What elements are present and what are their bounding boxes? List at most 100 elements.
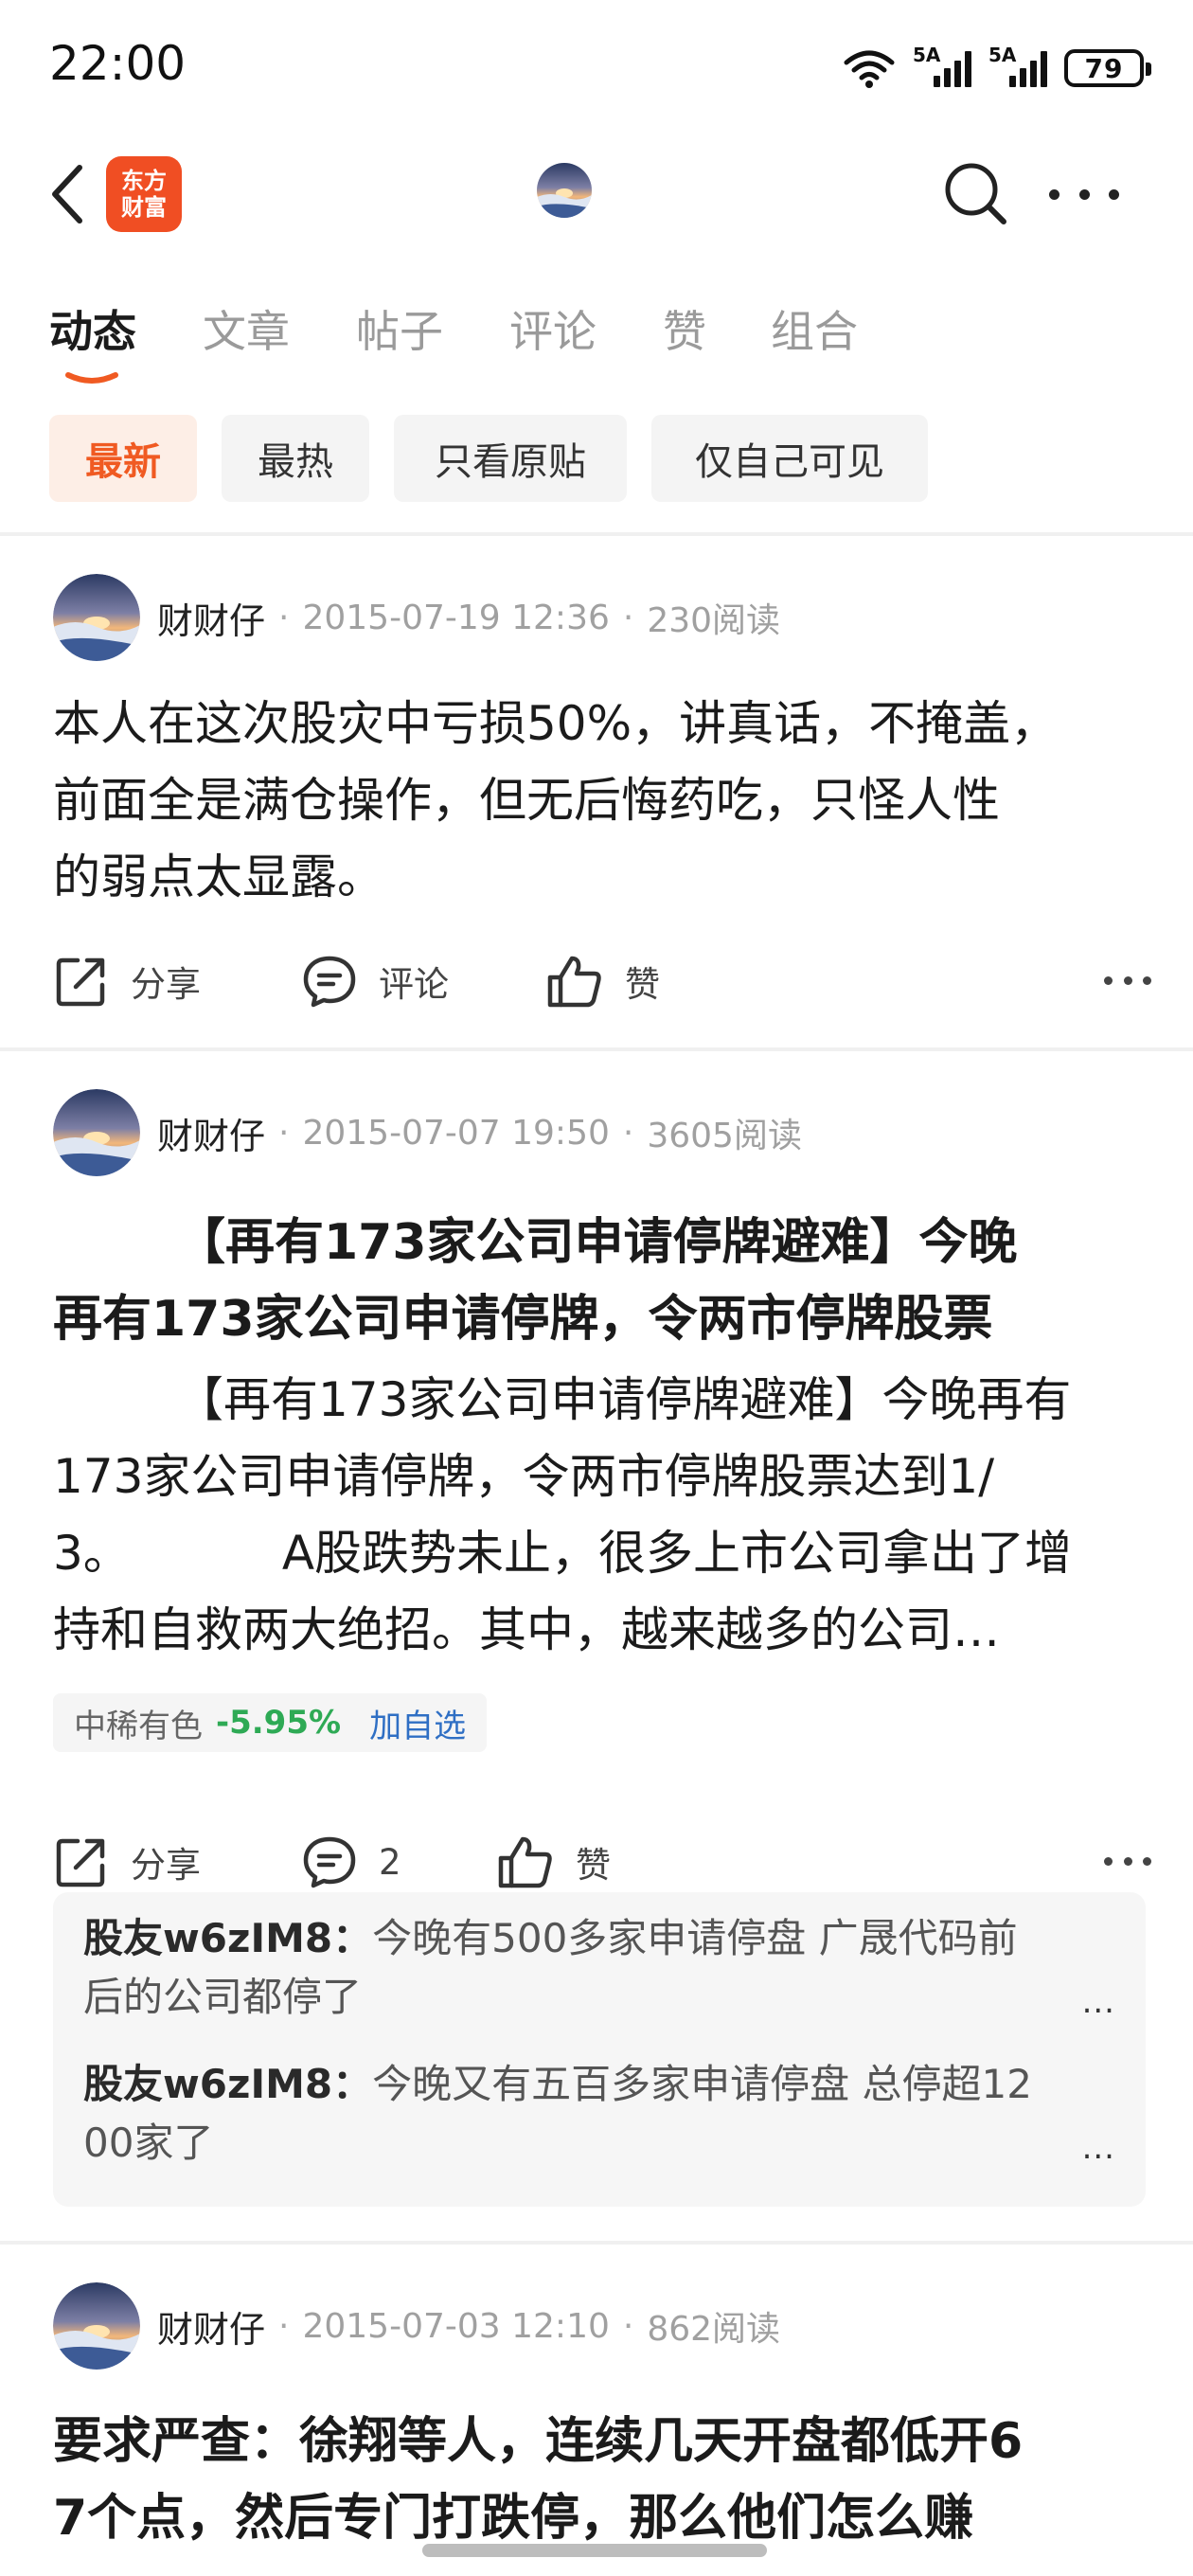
- filter-latest[interactable]: 最新: [49, 415, 197, 502]
- comment-text: 后的公司都停了: [83, 1974, 363, 2020]
- post-header: 财财仔 · 2015-07-03 12:10 · 862阅读: [53, 2281, 780, 2371]
- meta-separator: ·: [622, 598, 634, 637]
- post-more-button[interactable]: [1104, 957, 1151, 1004]
- meta-separator: ·: [622, 1113, 634, 1153]
- comment-expand[interactable]: ...: [1082, 2129, 1115, 2167]
- avatar[interactable]: [53, 574, 140, 661]
- post-text-line: 前面全是满仓操作，但无后悔药吃，只怪人性: [53, 773, 1000, 828]
- meta-separator: ·: [278, 2306, 290, 2346]
- post-date: 2015-07-03 12:10: [302, 2306, 610, 2346]
- comment-user[interactable]: 股友w6zIM8：: [83, 2061, 372, 2107]
- like-label: 赞: [625, 964, 660, 1005]
- avatar[interactable]: [537, 163, 592, 218]
- comment-icon: [303, 956, 356, 1008]
- post-title[interactable]: 【再有173家公司申请停牌避难】今晚 再有173家公司申请停牌，令两市停牌股票: [53, 1205, 1151, 1358]
- comment-expand[interactable]: ...: [1082, 1983, 1115, 2021]
- author-name[interactable]: 财财仔: [157, 1107, 265, 1159]
- search-icon: [945, 163, 1006, 224]
- share-button[interactable]: 分享: [53, 1824, 201, 1900]
- like-button[interactable]: 赞: [496, 1824, 611, 1900]
- post-text-line: 持和自救两大绝招。其中，越来越多的公司…: [53, 1602, 1000, 1657]
- status-bar: 22:00 5A 5A 79: [0, 0, 1193, 142]
- status-time: 22:00: [49, 36, 187, 91]
- thumbs-up-icon: [498, 1836, 552, 1888]
- post-text[interactable]: 【再有173家公司申请停牌避难】今晚再有 173家公司申请停牌，令两市停牌股票达…: [53, 1362, 1142, 1669]
- more-icon: [1104, 1856, 1113, 1866]
- like-button[interactable]: 赞: [545, 943, 660, 1019]
- back-button[interactable]: [40, 161, 97, 227]
- share-icon: [56, 957, 105, 1007]
- comment-preview-box[interactable]: 股友w6zIM8：今晚有500多家申请停盘 广晟代码前 后的公司都停了 ... …: [53, 1892, 1146, 2207]
- post-card[interactable]: 财财仔 · 2015-07-19 12:36 · 230阅读 本人在这次股灾中亏…: [0, 572, 1193, 1051]
- post-text-line: A股跌势未止，很多上市公司拿出了增: [281, 1526, 1073, 1581]
- filter-hottest[interactable]: 最热: [222, 415, 369, 502]
- post-text-line: 本人在这次股灾中亏损50%，讲真话，不掩盖，: [53, 696, 1059, 751]
- profile-tabs: 动态 文章 帖子 评论 赞 组合: [0, 284, 1193, 388]
- read-count: 3605阅读: [647, 1117, 802, 1155]
- author-name[interactable]: 财财仔: [157, 592, 265, 644]
- like-label: 赞: [576, 1845, 611, 1886]
- post-text-line: 3。: [53, 1526, 131, 1581]
- post-card[interactable]: 财财仔 · 2015-07-03 12:10 · 862阅读 要求严查：徐翔等人…: [0, 2281, 1193, 2576]
- share-icon: [56, 1838, 105, 1887]
- author-name[interactable]: 财财仔: [157, 2300, 265, 2352]
- post-actions: 分享 评论 赞: [53, 943, 1151, 1019]
- tab-articles[interactable]: 文章: [203, 297, 290, 360]
- stock-change: -5.95%: [216, 1704, 342, 1742]
- meta-separator: ·: [278, 598, 290, 637]
- post-date: 2015-07-19 12:36: [302, 598, 610, 637]
- meta-separator: ·: [622, 2306, 634, 2346]
- read-count: 862阅读: [647, 2310, 781, 2349]
- comment-label: 评论: [379, 964, 449, 1005]
- divider: [0, 2241, 1193, 2245]
- comment-user[interactable]: 股友w6zIM8：: [83, 1915, 372, 1961]
- divider: [0, 532, 1193, 536]
- comment-item[interactable]: 股友w6zIM8：今晚又有五百多家申请停盘 总停超12 00家了: [83, 2055, 1087, 2173]
- post-title-line: 【再有173家公司申请停牌避难】今晚: [176, 1214, 1018, 1271]
- filter-private[interactable]: 仅自己可见: [651, 415, 928, 502]
- home-indicator[interactable]: [422, 2544, 767, 2557]
- tab-comments[interactable]: 评论: [509, 297, 596, 360]
- comment-count: 2: [379, 1841, 401, 1883]
- tab-posts[interactable]: 帖子: [356, 297, 443, 360]
- meta-separator: ·: [278, 1113, 290, 1153]
- cell-signal-icon: 5A: [988, 44, 1047, 91]
- more-icon: [1104, 975, 1113, 985]
- stock-tag[interactable]: 中稀有色 -5.95% 加自选: [53, 1693, 488, 1752]
- tab-active-indicator: [65, 372, 118, 384]
- nav-bar: 东方 财富: [0, 142, 1193, 246]
- post-title-line: 要求严查：徐翔等人，连续几天开盘都低开6: [53, 2413, 1024, 2470]
- post-date: 2015-07-07 19:50: [302, 1113, 610, 1153]
- comment-text: 今晚有500多家申请停盘 广晟代码前: [372, 1915, 1018, 1961]
- post-title-line: 再有173家公司申请停牌，令两市停牌股票: [53, 1291, 993, 1348]
- tab-portfolio[interactable]: 组合: [771, 297, 858, 360]
- avatar[interactable]: [53, 1089, 140, 1176]
- comment-text: 今晚又有五百多家申请停盘 总停超12: [372, 2061, 1032, 2107]
- chevron-left-icon: [52, 165, 82, 224]
- tab-dynamics[interactable]: 动态: [49, 297, 136, 360]
- post-actions: 分享 2 赞: [53, 1824, 1151, 1900]
- tab-likes[interactable]: 赞: [663, 297, 706, 360]
- comment-button[interactable]: 评论: [301, 943, 449, 1019]
- filter-original-only[interactable]: 只看原贴: [394, 415, 627, 502]
- search-button[interactable]: [941, 159, 1009, 227]
- share-button[interactable]: 分享: [53, 943, 201, 1019]
- share-label: 分享: [131, 1845, 201, 1886]
- post-text-line: 的弱点太显露。: [53, 850, 384, 904]
- more-button[interactable]: [1049, 170, 1119, 218]
- post-more-button[interactable]: [1104, 1837, 1151, 1885]
- post-text-line: 173家公司申请停牌，令两市停牌股票达到1/: [53, 1449, 995, 1504]
- app-logo-line1: 东方: [121, 168, 167, 194]
- avatar[interactable]: [53, 2282, 140, 2370]
- post-card[interactable]: 财财仔 · 2015-07-07 19:50 · 3605阅读 【再有173家公…: [0, 1087, 1193, 2224]
- post-title[interactable]: 要求严查：徐翔等人，连续几天开盘都低开6 7个点，然后专门打跌停，那么他们怎么赚: [53, 2404, 1151, 2557]
- app-logo[interactable]: 东方 财富: [106, 156, 182, 232]
- thumbs-up-icon: [547, 956, 601, 1008]
- filter-bar: 最新 最热 只看原贴 仅自己可见: [0, 415, 1193, 510]
- post-text[interactable]: 本人在这次股灾中亏损50%，讲真话，不掩盖， 前面全是满仓操作，但无后悔药吃，只…: [53, 686, 1142, 916]
- add-watchlist-button[interactable]: 加自选: [369, 1700, 466, 1746]
- comment-item[interactable]: 股友w6zIM8：今晚有500多家申请停盘 广晟代码前 后的公司都停了: [83, 1909, 1087, 2027]
- comment-text: 00家了: [83, 2120, 214, 2166]
- post-header: 财财仔 · 2015-07-19 12:36 · 230阅读: [53, 572, 780, 663]
- comment-button[interactable]: 2: [301, 1824, 401, 1900]
